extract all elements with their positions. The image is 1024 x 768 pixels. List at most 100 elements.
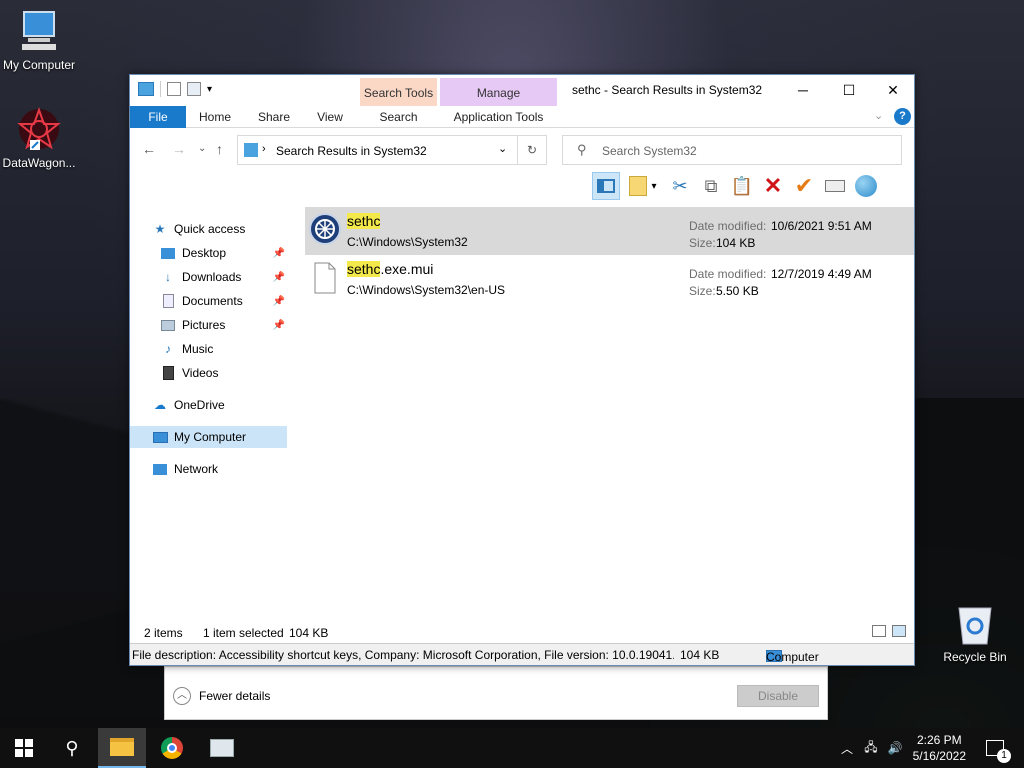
desktop-icon-datawagon[interactable]: DataWagon... (0, 106, 78, 170)
desktop-icon-recycle-bin[interactable]: Recycle Bin (936, 604, 1014, 664)
nav-item-network[interactable]: Network (152, 458, 309, 480)
tab-home[interactable]: Home (192, 106, 238, 128)
new-folder-icon[interactable] (187, 82, 201, 96)
notification-count: 1 (997, 749, 1011, 763)
minimize-button[interactable]: ─ (780, 75, 826, 105)
search-results-icon (244, 143, 258, 157)
details-view-icon[interactable] (872, 625, 886, 637)
nav-item-pictures[interactable]: Pictures 📌 (160, 314, 289, 336)
nav-item-desktop[interactable]: Desktop 📌 (160, 242, 289, 264)
date-modified-value: 10/6/2021 9:51 AM (771, 219, 872, 233)
maximize-button[interactable]: ☐ (826, 75, 872, 105)
nav-item-my-computer[interactable]: My Computer (130, 426, 287, 448)
pin-icon: 📌 (272, 319, 285, 331)
large-icons-view-icon[interactable] (892, 625, 906, 637)
search-box[interactable]: ⚲ Search System32 (562, 135, 902, 165)
datawagon-logo-icon (16, 106, 62, 152)
search-icon: ⚲ (577, 142, 587, 157)
taskbar: ⚲ ︿ 🖧 🔊 2:26 PM 5/16/2022 1 (0, 728, 1024, 768)
tab-view[interactable]: View (308, 106, 352, 128)
disable-button[interactable]: Disable (737, 685, 819, 707)
properties-icon[interactable] (167, 82, 181, 96)
rename-icon[interactable] (821, 172, 849, 200)
checkmark-icon[interactable]: ✔ (790, 172, 818, 200)
address-dropdown-icon[interactable]: ⌄ (498, 142, 507, 155)
list-item[interactable]: sethc.exe.mui C:\Windows\System32\en-US … (305, 255, 914, 303)
desktop-icon (160, 245, 176, 261)
desktop-icon-my-computer[interactable]: My Computer (0, 10, 78, 72)
computer-icon (152, 429, 168, 445)
chrome-icon (161, 737, 183, 759)
details-location-label: Computer (766, 650, 819, 664)
clock-time: 2:26 PM (916, 733, 962, 747)
customize-qat-icon[interactable]: ▾ (207, 84, 212, 95)
file-name: sethc.exe.mui (347, 261, 433, 277)
forward-button[interactable]: → (172, 141, 186, 157)
up-button[interactable]: ↑ (216, 141, 223, 157)
nav-item-label: Music (182, 342, 214, 356)
breadcrumb-chevron-icon: › (262, 143, 266, 155)
pictures-icon (160, 317, 176, 333)
nav-item-label: My Computer (174, 430, 247, 444)
address-row: ← → ⌄ ↑ › Search Results in System32 ⌄ ↻… (130, 133, 914, 167)
recent-locations-button[interactable]: ⌄ (198, 143, 206, 154)
nav-item-downloads[interactable]: ↓ Downloads 📌 (160, 266, 289, 288)
close-button[interactable]: ✕ (870, 75, 916, 105)
details-size: 104 KB (680, 648, 720, 662)
date-modified-label: Date modified: (689, 267, 767, 281)
network-icon (152, 461, 168, 477)
start-button[interactable] (0, 728, 48, 768)
file-description: File description: Accessibility shortcut… (132, 648, 674, 662)
task-manager-window: ︿ Fewer details Disable (164, 666, 828, 720)
file-name-match: sethc (347, 261, 381, 277)
nav-item-music[interactable]: ♪ Music (160, 338, 317, 360)
paste-icon[interactable]: 📋 (728, 172, 756, 200)
cut-icon[interactable]: ✂ (666, 172, 694, 200)
address-bar[interactable]: › Search Results in System32 ⌄ (237, 135, 547, 165)
volume-icon[interactable]: 🔊 (884, 728, 906, 768)
action-center-button[interactable]: 1 (980, 728, 1011, 768)
globe-icon[interactable] (852, 172, 880, 200)
tab-application-tools[interactable]: Application Tools (440, 106, 557, 128)
list-item[interactable]: sethc C:\Windows\System32 Date modified:… (305, 207, 914, 255)
nav-item-quick-access[interactable]: ★ Quick access (152, 218, 309, 240)
taskbar-file-explorer[interactable] (98, 728, 146, 768)
delete-icon[interactable]: ✕ (759, 172, 787, 200)
nav-item-videos[interactable]: Videos (160, 362, 317, 384)
size-value: 5.50 KB (716, 284, 759, 298)
taskbar-task-manager[interactable] (198, 728, 246, 768)
back-button[interactable]: ← (142, 141, 156, 157)
network-tray-icon[interactable]: 🖧 (860, 728, 882, 768)
tab-share[interactable]: Share (252, 106, 296, 128)
command-toolbar: ▾ ✂ ⧉ 📋 ✕ ✔ (592, 171, 880, 201)
refresh-button[interactable]: ↻ (517, 135, 547, 165)
item-count: 2 items (144, 626, 183, 640)
search-input: Search System32 (602, 144, 697, 158)
search-button[interactable]: ⚲ (48, 728, 96, 768)
fewer-details-button[interactable]: ︿ Fewer details (173, 687, 270, 705)
accessibility-icon (309, 213, 341, 247)
chevron-down-icon[interactable]: ⌄ (874, 109, 883, 122)
preview-pane-icon[interactable] (592, 172, 620, 200)
details-bar: File description: Accessibility shortcut… (130, 643, 914, 665)
tab-file[interactable]: File (130, 106, 186, 128)
music-icon: ♪ (165, 342, 171, 356)
clock[interactable]: 2:26 PM 5/16/2022 (913, 732, 966, 764)
copy-icon[interactable]: ⧉ (697, 172, 725, 200)
title-bar[interactable]: ▾ Search Tools Manage sethc - Search Res… (130, 75, 916, 106)
help-icon[interactable]: ? (894, 108, 911, 125)
nav-item-onedrive[interactable]: ☁ OneDrive (152, 394, 309, 416)
fewer-details-label: Fewer details (199, 689, 271, 703)
computer-icon (18, 10, 60, 54)
tab-search[interactable]: Search (360, 106, 437, 128)
navigation-pane: ★ Quick access Desktop 📌 ↓ Downloads 📌 Docum… (130, 205, 305, 615)
window-title: sethc - Search Results in System32 (572, 83, 763, 97)
taskbar-chrome[interactable] (148, 728, 196, 768)
size-label: Size: (689, 284, 716, 298)
notification-icon: 1 (986, 740, 1011, 763)
desktop-icon-label: Recycle Bin (943, 650, 1007, 664)
context-tab-manage: Manage (440, 78, 557, 106)
show-hidden-icons[interactable]: ︿ (838, 728, 856, 768)
notes-icon[interactable]: ▾ (623, 172, 663, 200)
nav-item-documents[interactable]: Documents 📌 (160, 290, 289, 312)
